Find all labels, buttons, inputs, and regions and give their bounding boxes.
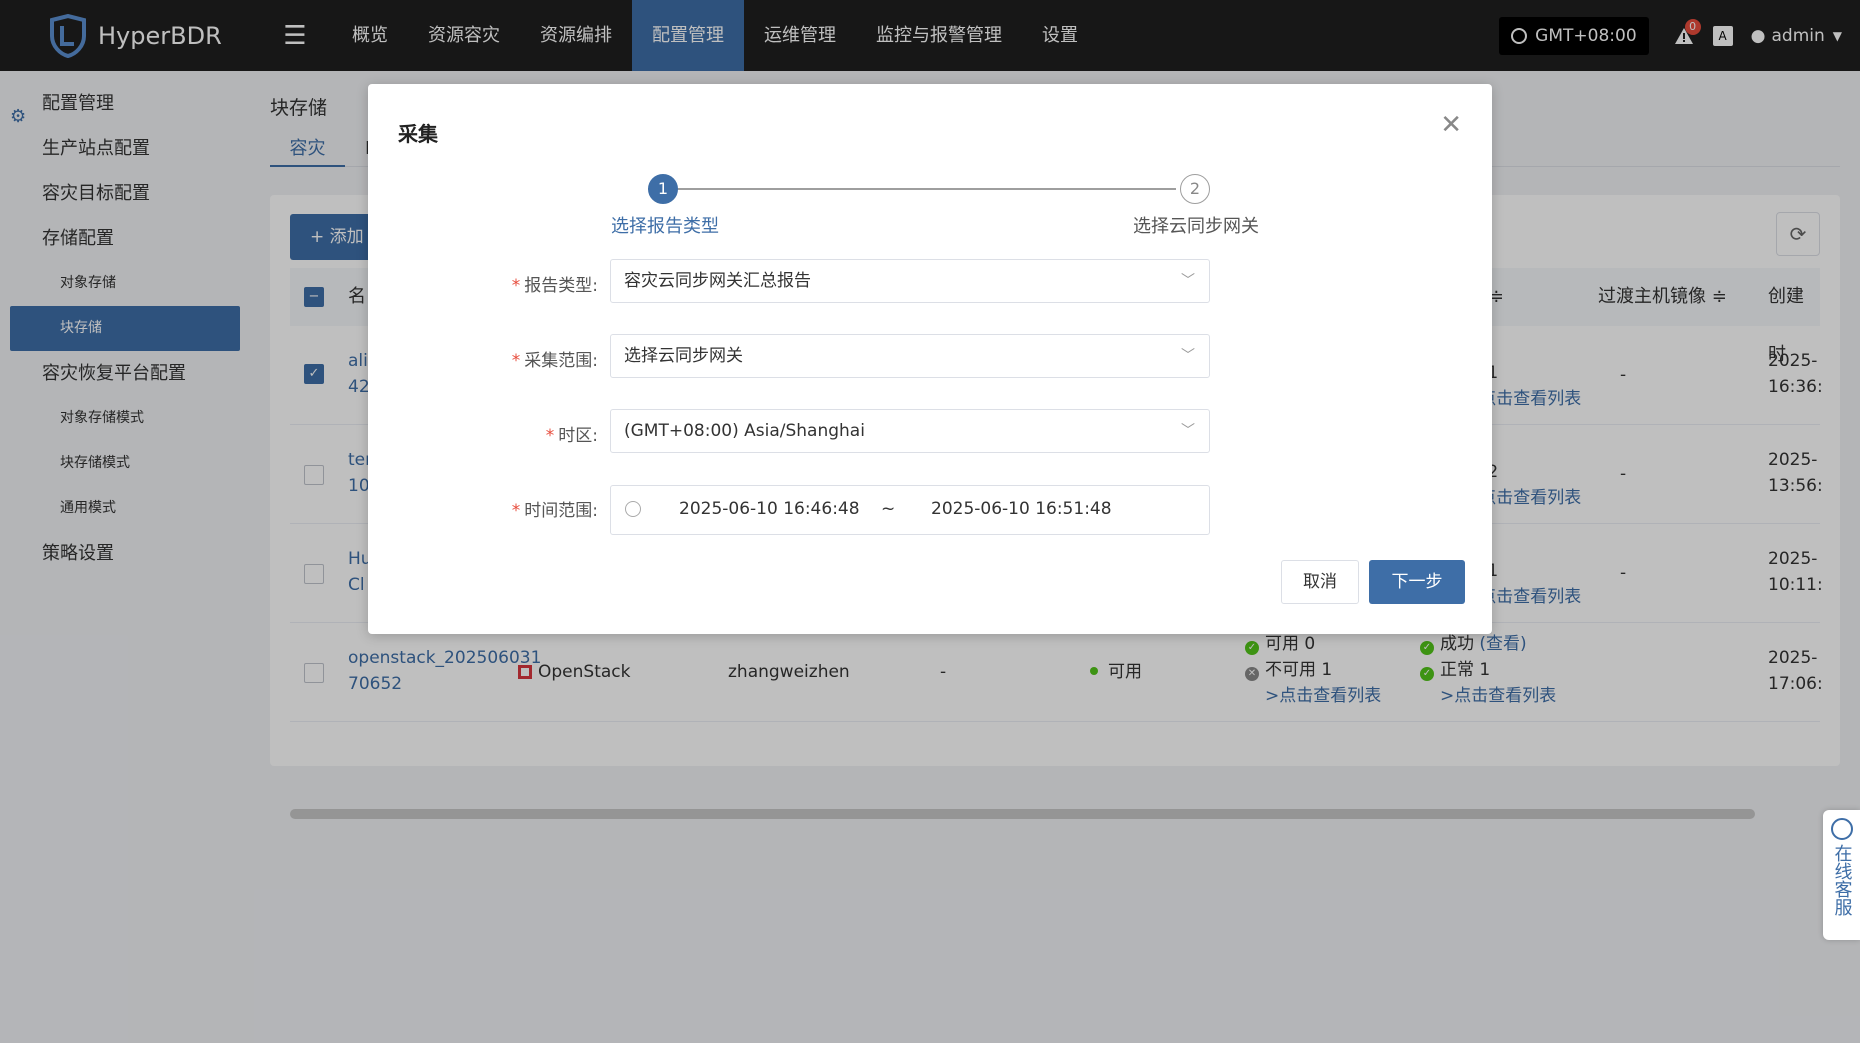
step-2-label: 选择云同步网关 <box>1133 216 1259 237</box>
dialog-title: 采集 <box>398 122 438 146</box>
online-service-widget[interactable]: 在线客服 <box>1823 810 1860 940</box>
collect-dialog: 采集 ✕ 1 2 选择报告类型 选择云同步网关 * 报告类型: 容灾云同步网关汇总… <box>368 84 1492 634</box>
clock-icon <box>625 501 641 517</box>
time-range-picker[interactable]: 2025-06-10 16:46:48 ~ 2025-06-10 16:51:4… <box>610 485 1210 535</box>
step-1-label: 选择报告类型 <box>611 216 719 237</box>
report-type-select[interactable]: 容灾云同步网关汇总报告 ﹀ <box>610 259 1210 303</box>
close-icon[interactable]: ✕ <box>1440 110 1462 140</box>
report-type-label: * 报告类型: <box>511 276 598 296</box>
time-range-label: * 时间范围: <box>511 501 598 521</box>
chevron-down-icon: ﹀ <box>1181 348 1195 364</box>
range-separator: ~ <box>881 499 896 519</box>
end-time[interactable]: 2025-06-10 16:51:48 <box>931 499 1112 519</box>
step-1-dot: 1 <box>648 174 678 204</box>
next-button[interactable]: 下一步 <box>1369 560 1465 604</box>
chevron-down-icon: ﹀ <box>1181 273 1195 289</box>
scope-label: * 采集范围: <box>511 351 598 371</box>
scope-select[interactable]: 选择云同步网关 ﹀ <box>610 334 1210 378</box>
chevron-down-icon: ﹀ <box>1181 423 1195 439</box>
timezone-label: * 时区: <box>545 426 598 446</box>
headset-icon <box>1830 818 1853 840</box>
step-progress-line <box>648 188 1176 190</box>
start-time[interactable]: 2025-06-10 16:46:48 <box>679 499 860 519</box>
timezone-select[interactable]: (GMT+08:00) Asia/Shanghai ﹀ <box>610 409 1210 453</box>
cancel-button[interactable]: 取消 <box>1281 560 1359 604</box>
online-service-label: 在线客服 <box>1831 844 1853 916</box>
step-2-dot: 2 <box>1180 174 1210 204</box>
